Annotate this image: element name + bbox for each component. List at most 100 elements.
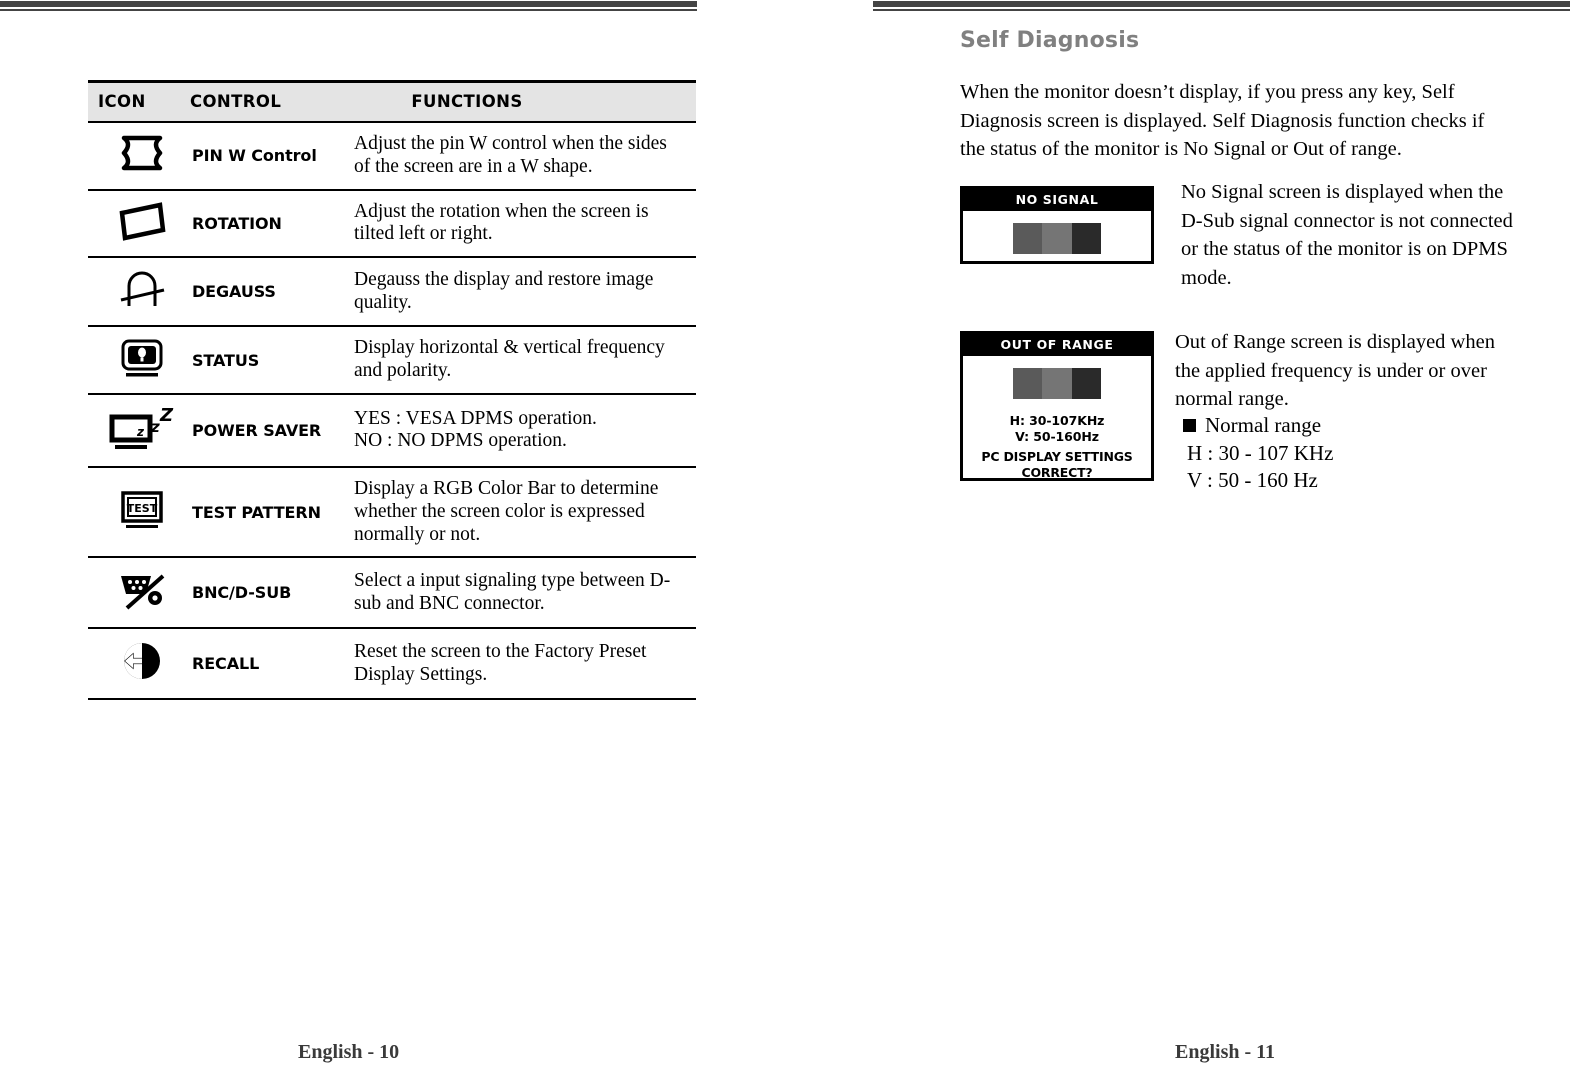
degauss-magnet-icon	[116, 268, 168, 310]
description-line: No Signal screen is displayed when the	[1181, 181, 1504, 203]
intro-line: the status of the monitor is No Signal o…	[960, 138, 1402, 161]
section-heading: Self Diagnosis	[960, 28, 1140, 53]
intro-line: Diagnosis screen is displayed. Self Diag…	[960, 109, 1485, 132]
description-line: or the status of the monitor is on DPMS	[1181, 238, 1508, 261]
svg-text:z: z	[150, 418, 160, 436]
icon-cell	[88, 257, 190, 328]
table-row: STATUS Display horizontal & vertical fre…	[88, 326, 696, 395]
status-monitor-icon	[119, 338, 165, 378]
top-rule-thin	[0, 9, 697, 11]
description-line: the applied frequency is under or over	[1175, 359, 1487, 382]
function-description: Display horizontal & vertical frequency …	[348, 326, 696, 395]
icon-cell	[88, 189, 190, 259]
page-top-rule	[873, 0, 1570, 12]
function-line: Degauss the display and restore image	[354, 268, 654, 290]
function-description: Adjust the pin W control when the sides …	[348, 122, 696, 191]
color-bar-mid-gray	[1042, 223, 1072, 254]
svg-text:TEST: TEST	[127, 502, 158, 515]
normal-range-label: Normal range	[1205, 413, 1322, 437]
column-header-control: CONTROL	[190, 80, 348, 123]
description-line: mode.	[1181, 267, 1232, 290]
normal-range-v: V : 50 - 160 Hz	[1187, 468, 1318, 493]
page-top-rule	[0, 0, 697, 12]
out-of-range-osd-screen: OUT OF RANGE H: 30-107KHz V: 50-160Hz PC…	[960, 331, 1154, 481]
control-label: DEGAUSS	[190, 257, 348, 328]
function-line: tilted left or right.	[354, 223, 493, 245]
top-rule-thin	[873, 9, 1570, 11]
rotation-icon	[116, 201, 168, 241]
function-description: Select a input signaling type between D-…	[348, 557, 696, 630]
color-bar-mid-gray	[1042, 368, 1072, 399]
function-line: Reset the screen to the Factory Preset	[354, 641, 647, 662]
table-row: DEGAUSS Degauss the display and restore …	[88, 257, 696, 328]
intro-paragraph: When the monitor doesn’t display, if you…	[960, 78, 1560, 164]
control-label: POWER SAVER	[190, 393, 348, 468]
monitor-control-table: ICON CONTROL FUNCTIONS PIN W Control Adj…	[88, 80, 696, 701]
square-bullet-icon	[1183, 419, 1196, 433]
control-label: BNC/D-SUB	[190, 557, 348, 630]
osd-prompt-line2: CORRECT?	[1021, 464, 1093, 480]
column-header-icon: ICON	[88, 80, 190, 123]
no-signal-description: No Signal screen is displayed when the D…	[1181, 178, 1570, 293]
page-left: ICON CONTROL FUNCTIONS PIN W Control Adj…	[0, 0, 785, 1070]
icon-cell	[88, 326, 190, 395]
page-right: Self Diagnosis When the monitor doesn’t …	[785, 0, 1570, 1070]
control-label: TEST PATTERN	[190, 466, 348, 559]
normal-range-h: H : 30 - 107 KHz	[1187, 440, 1334, 465]
out-of-range-osd-body: H: 30-107KHz V: 50-160Hz PC DISPLAY SETT…	[963, 356, 1151, 481]
out-of-range-description: Out of Range screen is displayed when th…	[1175, 328, 1570, 414]
svg-text:z: z	[136, 425, 145, 439]
function-line: Select a input signaling type between D-	[354, 570, 671, 591]
bnc-dsub-connector-icon	[113, 568, 171, 612]
color-bar-graphic	[1013, 368, 1101, 399]
icon-cell: z z Z	[88, 393, 190, 468]
control-label: RECALL	[190, 628, 348, 701]
icon-cell	[88, 557, 190, 630]
out-of-range-osd-title: OUT OF RANGE	[963, 334, 1151, 356]
description-line: Out of Range screen is displayed when	[1175, 331, 1495, 353]
top-rule-thick	[873, 1, 1570, 7]
page-number-left: English - 10	[298, 1041, 400, 1063]
description-line: D-Sub signal connector is not connected	[1181, 209, 1513, 232]
osd-h-frequency: H: 30-107KHz	[1009, 413, 1105, 428]
test-pattern-icon: TEST	[119, 489, 165, 531]
table-header-row: ICON CONTROL FUNCTIONS	[88, 80, 696, 123]
function-description: Degauss the display and restore image qu…	[348, 257, 696, 328]
function-line: YES : VESA DPMS operation.	[354, 407, 597, 429]
color-bar-graphic	[1013, 223, 1101, 254]
control-label: STATUS	[190, 326, 348, 395]
osd-v-frequency: V: 50-160Hz	[1015, 428, 1099, 444]
column-header-functions: FUNCTIONS	[348, 80, 696, 123]
function-description: YES : VESA DPMS operation. NO : NO DPMS …	[348, 393, 696, 468]
icon-cell: TEST	[88, 466, 190, 559]
color-bar-near-black	[1071, 368, 1101, 399]
pin-w-control-icon	[116, 134, 168, 172]
function-line: NO : NO DPMS operation.	[354, 430, 567, 452]
table-row: TEST TEST PATTERN Display a RGB Color Ba…	[88, 466, 696, 559]
function-line: of the screen are in a W shape.	[354, 155, 593, 177]
table-row: RECALL Reset the screen to the Factory P…	[88, 628, 696, 701]
function-line: quality.	[354, 291, 412, 313]
svg-text:Z: Z	[159, 405, 174, 426]
function-description: Reset the screen to the Factory Preset D…	[348, 628, 696, 701]
description-line: normal range.	[1175, 388, 1289, 411]
osd-prompt-line1: PC DISPLAY SETTINGS	[981, 449, 1133, 465]
function-line: Display a RGB Color Bar to determine	[354, 477, 659, 499]
function-line: normally or not.	[354, 523, 481, 545]
function-line: Display Settings.	[354, 663, 488, 685]
control-label: PIN W Control	[190, 122, 348, 191]
power-saver-sleep-icon: z z Z	[109, 405, 175, 451]
no-signal-osd-body	[963, 211, 1151, 254]
osd-prompt: PC DISPLAY SETTINGS CORRECT?	[963, 449, 1151, 480]
normal-range-heading: Normal range	[1183, 412, 1333, 440]
icon-cell	[88, 122, 190, 191]
icon-cell	[88, 628, 190, 701]
osd-frequency-readout: H: 30-107KHz V: 50-160Hz	[963, 413, 1151, 444]
no-signal-osd-screen: NO SIGNAL	[960, 186, 1154, 264]
top-rule-thick	[0, 1, 697, 7]
no-signal-osd-title: NO SIGNAL	[963, 189, 1151, 211]
page-number-right: English - 11	[1175, 1041, 1276, 1063]
function-description: Adjust the rotation when the screen is t…	[348, 189, 696, 259]
table-row: BNC/D-SUB Select a input signaling type …	[88, 557, 696, 630]
function-line: whether the screen color is expressed	[354, 500, 645, 522]
